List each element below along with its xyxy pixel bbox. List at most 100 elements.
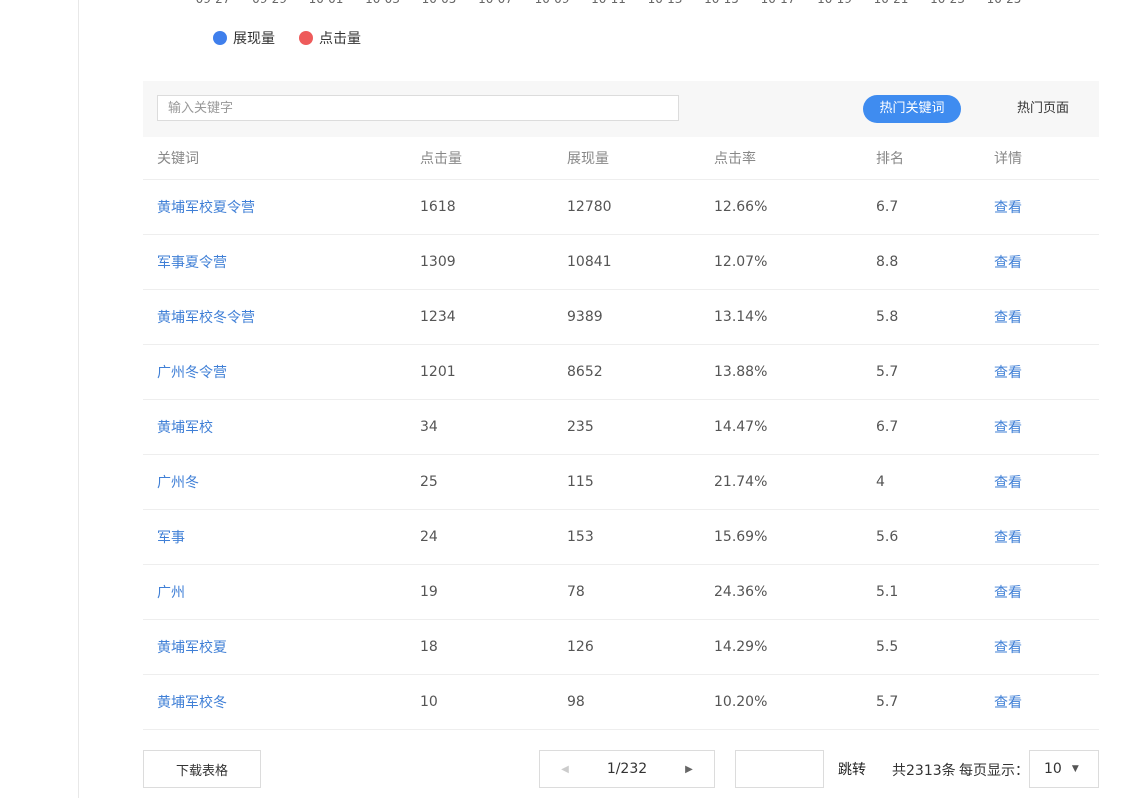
keyword-link[interactable]: 广州冬令营: [157, 365, 227, 381]
x-axis-tick-label: 09-29: [252, 0, 287, 6]
x-axis-tick-label: 10-07: [478, 0, 513, 6]
cell-impressions: 235: [567, 419, 594, 435]
table-cell: 查看: [994, 289, 1099, 345]
cell-clicks: 25: [420, 474, 438, 490]
x-axis-tick-label: 10-23: [930, 0, 965, 6]
table-cell: 235: [567, 399, 714, 455]
x-axis-tick-label: 10-01: [309, 0, 344, 6]
table-cell: 黄埔军校冬: [143, 674, 420, 730]
cell-impressions: 98: [567, 694, 585, 710]
table-cell: 12.07%: [714, 234, 876, 290]
legend-label: 展现量: [233, 31, 275, 47]
table-cell: 查看: [994, 564, 1099, 620]
table-cell: 13.88%: [714, 344, 876, 400]
left-sidebar-rail: [0, 0, 79, 798]
cell-clicks: 10: [420, 694, 438, 710]
x-axis-tick-label: 10-21: [874, 0, 909, 6]
table-cell: 14.47%: [714, 399, 876, 455]
cell-ctr: 13.14%: [714, 309, 768, 325]
table-cell: 34: [420, 399, 567, 455]
view-detail-link[interactable]: 查看: [994, 255, 1022, 271]
cell-clicks: 1201: [420, 364, 456, 380]
view-detail-link[interactable]: 查看: [994, 695, 1022, 711]
cell-clicks: 34: [420, 419, 438, 435]
view-detail-link[interactable]: 查看: [994, 365, 1022, 381]
table-cell: 18: [420, 619, 567, 675]
tab-hot-pages[interactable]: 热门页面: [1001, 95, 1085, 123]
legend-item-clicks[interactable]: 点击量: [299, 28, 361, 48]
keyword-link[interactable]: 广州: [157, 585, 185, 601]
keyword-search-input[interactable]: [157, 95, 679, 121]
header-clicks: 点击量: [420, 137, 567, 180]
cell-rank: 5.1: [876, 584, 899, 600]
table-cell: 78: [567, 564, 714, 620]
view-detail-link[interactable]: 查看: [994, 640, 1022, 656]
cell-rank: 8.8: [876, 254, 899, 270]
x-axis-tick-label: 10-11: [591, 0, 626, 6]
table-row: 黄埔军校冬 10 98 10.20% 5.7 查看: [143, 674, 1099, 730]
legend-dot-icon: [299, 31, 313, 45]
table-row: 广州冬令营 1201 8652 13.88% 5.7 查看: [143, 344, 1099, 400]
table-row: 黄埔军校 34 235 14.47% 6.7 查看: [143, 399, 1099, 455]
x-axis-tick-label: 10-05: [422, 0, 457, 6]
cell-rank: 5.8: [876, 309, 899, 325]
header-keyword: 关键词: [143, 137, 420, 180]
table-cell: 查看: [994, 399, 1099, 455]
per-page-select[interactable]: 10 ▼: [1029, 750, 1099, 788]
header-detail: 详情: [994, 137, 1099, 180]
table-cell: 5.8: [876, 289, 994, 345]
table-cell: 5.6: [876, 509, 994, 565]
cell-rank: 5.5: [876, 639, 899, 655]
keyword-link[interactable]: 军事: [157, 530, 185, 546]
view-detail-link[interactable]: 查看: [994, 475, 1022, 491]
chevron-right-icon[interactable]: ▶: [674, 751, 704, 787]
cell-rank: 5.7: [876, 364, 899, 380]
jump-page-input[interactable]: [735, 750, 824, 788]
legend-item-impressions[interactable]: 展现量: [213, 28, 275, 48]
table-cell: 19: [420, 564, 567, 620]
table-row: 黄埔军校夏令营 1618 12780 12.66% 6.7 查看: [143, 179, 1099, 235]
x-axis-tick-label: 10-13: [648, 0, 683, 6]
table-cell: 4: [876, 454, 994, 510]
table-row: 广州 19 78 24.36% 5.1 查看: [143, 564, 1099, 620]
table-row: 黄埔军校夏 18 126 14.29% 5.5 查看: [143, 619, 1099, 675]
table-cell: 5.5: [876, 619, 994, 675]
cell-rank: 6.7: [876, 419, 899, 435]
jump-button[interactable]: 跳转: [838, 759, 866, 779]
table-cell: 9389: [567, 289, 714, 345]
cell-ctr: 14.29%: [714, 639, 768, 655]
download-table-button[interactable]: 下载表格: [143, 750, 261, 788]
header-impressions: 展现量: [567, 137, 714, 180]
keyword-link[interactable]: 黄埔军校冬令营: [157, 310, 255, 326]
keyword-link[interactable]: 黄埔军校夏: [157, 640, 227, 656]
view-detail-link[interactable]: 查看: [994, 530, 1022, 546]
x-axis-tick-label: 10-03: [365, 0, 400, 6]
table-cell: 153: [567, 509, 714, 565]
table-cell: 14.29%: [714, 619, 876, 675]
table-cell: 8652: [567, 344, 714, 400]
keyword-link[interactable]: 广州冬: [157, 475, 199, 491]
view-detail-link[interactable]: 查看: [994, 310, 1022, 326]
header-ctr: 点击率: [714, 137, 876, 180]
cell-ctr: 13.88%: [714, 364, 768, 380]
table-cell: 黄埔军校冬令营: [143, 289, 420, 345]
cell-rank: 5.7: [876, 694, 899, 710]
table-footer: 下载表格 ◀ 1/232 ▶ 跳转 共2313条 每页显示： 10 ▼: [0, 750, 1143, 788]
view-detail-link[interactable]: 查看: [994, 585, 1022, 601]
keyword-link[interactable]: 黄埔军校夏令营: [157, 200, 255, 216]
table-row: 军事 24 153 15.69% 5.6 查看: [143, 509, 1099, 565]
table-cell: 查看: [994, 344, 1099, 400]
cell-ctr: 10.20%: [714, 694, 768, 710]
table-cell: 13.14%: [714, 289, 876, 345]
header-rank: 排名: [876, 137, 994, 180]
cell-impressions: 12780: [567, 199, 612, 215]
cell-impressions: 10841: [567, 254, 612, 270]
view-detail-link[interactable]: 查看: [994, 420, 1022, 436]
keyword-link[interactable]: 军事夏令营: [157, 255, 227, 271]
table-cell: 10: [420, 674, 567, 730]
keyword-link[interactable]: 黄埔军校: [157, 420, 213, 436]
cell-rank: 5.6: [876, 529, 899, 545]
view-detail-link[interactable]: 查看: [994, 200, 1022, 216]
tab-hot-keywords[interactable]: 热门关键词: [863, 95, 961, 123]
keyword-link[interactable]: 黄埔军校冬: [157, 695, 227, 711]
